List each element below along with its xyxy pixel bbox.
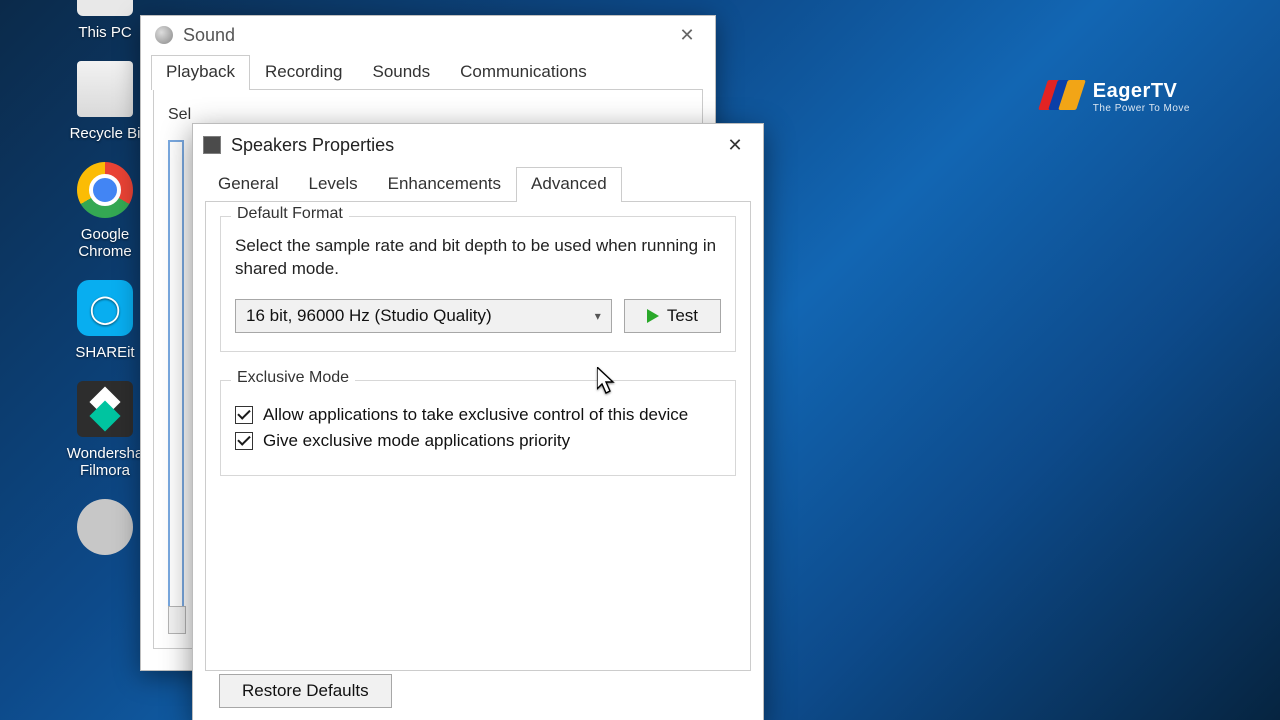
tab-enhancements[interactable]: Enhancements [373, 167, 516, 202]
watermark-text: EagerTV The Power To Move [1093, 80, 1190, 114]
sample-rate-selected: 16 bit, 96000 Hz (Studio Quality) [246, 306, 492, 326]
tab-recording[interactable]: Recording [250, 55, 358, 90]
restore-defaults-label: Restore Defaults [242, 681, 369, 701]
props-tabstrip: General Levels Enhancements Advanced [193, 166, 763, 201]
close-icon: ✕ [679, 25, 694, 46]
sound-partial-button[interactable] [168, 606, 186, 634]
group-exclusive-mode: Exclusive Mode Allow applications to tak… [220, 380, 736, 476]
desktop-icon-label: Recycle Bi [70, 125, 141, 142]
pc-icon [77, 0, 133, 16]
sound-tabstrip: Playback Recording Sounds Communications [141, 54, 715, 89]
checkbox-icon [235, 432, 253, 450]
recycle-bin-icon [77, 61, 133, 117]
tab-sounds[interactable]: Sounds [357, 55, 445, 90]
tab-general[interactable]: General [203, 167, 293, 202]
sound-titlebar[interactable]: Sound ✕ [141, 16, 715, 54]
sound-close-button[interactable]: ✕ [665, 20, 709, 50]
props-titlebar[interactable]: Speakers Properties ✕ [193, 124, 763, 166]
tab-playback[interactable]: Playback [151, 55, 250, 90]
restore-defaults-button[interactable]: Restore Defaults [219, 674, 392, 708]
desktop-icon-label: This PC [78, 24, 131, 41]
filmora-icon [77, 381, 133, 437]
test-button-label: Test [667, 306, 698, 326]
group-default-format: Default Format Select the sample rate an… [220, 216, 736, 352]
default-format-description: Select the sample rate and bit depth to … [235, 235, 721, 281]
play-icon [647, 309, 659, 323]
chrome-icon [77, 162, 133, 218]
sound-title: Sound [183, 25, 235, 46]
checkbox-exclusive-priority[interactable]: Give exclusive mode applications priorit… [235, 431, 721, 451]
watermark: EagerTV The Power To Move [1043, 80, 1190, 114]
tab-communications[interactable]: Communications [445, 55, 602, 90]
test-button[interactable]: Test [624, 299, 721, 333]
watermark-logo-icon [1043, 80, 1083, 114]
device-list-frame [168, 140, 184, 626]
checkbox-label: Give exclusive mode applications priorit… [263, 431, 570, 451]
checkbox-label: Allow applications to take exclusive con… [263, 405, 688, 425]
props-title: Speakers Properties [231, 135, 394, 156]
checkbox-allow-exclusive[interactable]: Allow applications to take exclusive con… [235, 405, 721, 425]
shareit-icon: ◯ [77, 280, 133, 336]
exclusive-mode-legend: Exclusive Mode [231, 369, 355, 387]
speaker-icon [203, 136, 221, 154]
checkbox-icon [235, 406, 253, 424]
unknown-icon [77, 499, 133, 555]
sound-icon [155, 26, 173, 44]
sound-body-text: Sel [168, 106, 191, 123]
tab-advanced[interactable]: Advanced [516, 167, 622, 202]
watermark-tagline: The Power To Move [1093, 103, 1190, 114]
speakers-properties-window: Speakers Properties ✕ General Levels Enh… [192, 123, 764, 720]
desktop-icon-label: SHAREit [75, 344, 134, 361]
chevron-down-icon: ▾ [595, 309, 601, 323]
close-icon: ✕ [727, 135, 742, 156]
desktop: This PC Recycle Bi Google Chrome ◯ SHARE… [0, 0, 1280, 720]
watermark-brand: EagerTV [1093, 80, 1190, 103]
props-body: Default Format Select the sample rate an… [205, 201, 751, 671]
props-close-button[interactable]: ✕ [713, 130, 757, 160]
default-format-legend: Default Format [231, 205, 349, 223]
tab-levels[interactable]: Levels [293, 167, 372, 202]
sample-rate-dropdown[interactable]: 16 bit, 96000 Hz (Studio Quality) ▾ [235, 299, 612, 333]
